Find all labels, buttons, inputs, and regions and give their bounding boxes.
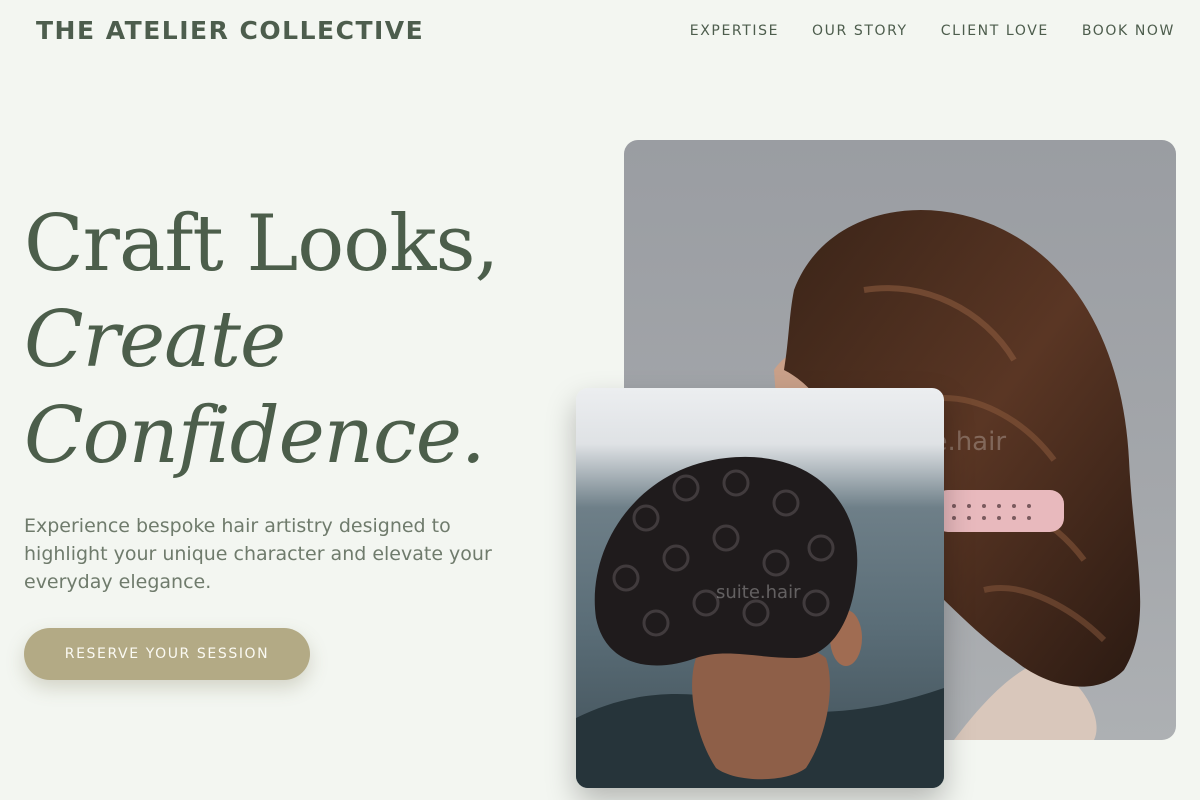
curly-hair-illustration: suite.hair bbox=[576, 456, 944, 788]
main-nav: EXPERTISE OUR STORY CLIENT LOVE BOOK NOW bbox=[690, 23, 1175, 39]
nav-our-story[interactable]: OUR STORY bbox=[812, 23, 908, 39]
nav-book-now[interactable]: BOOK NOW bbox=[1082, 23, 1175, 39]
hero-title-line-1: Craft Looks, bbox=[24, 199, 499, 289]
hero-title: Craft Looks, Create Confidence. bbox=[24, 196, 499, 484]
curly-hair-man-photo: suite.hair bbox=[576, 388, 944, 788]
hero-title-line-2: Create bbox=[24, 295, 286, 385]
nav-expertise[interactable]: EXPERTISE bbox=[690, 23, 779, 39]
front-photo-watermark: suite.hair bbox=[716, 582, 801, 603]
hero-title-line-3: Confidence. bbox=[24, 391, 486, 481]
nav-client-love[interactable]: CLIENT LOVE bbox=[941, 23, 1049, 39]
brand-logo[interactable]: THE ATELIER COLLECTIVE bbox=[36, 16, 424, 45]
reserve-session-button[interactable]: RESERVE YOUR SESSION bbox=[24, 628, 310, 680]
hero-subtitle: Experience bespoke hair artistry designe… bbox=[24, 515, 492, 593]
